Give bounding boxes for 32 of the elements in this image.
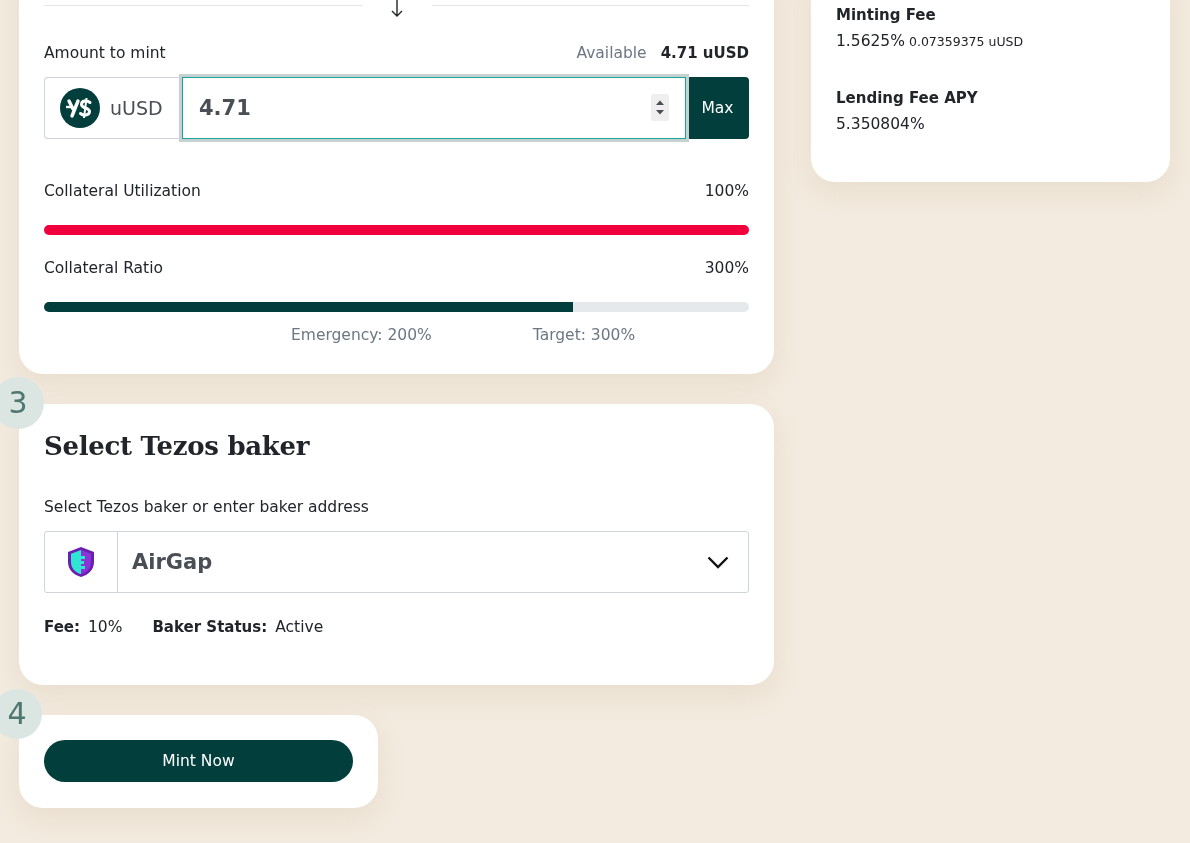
status-label: Baker Status: bbox=[152, 617, 268, 637]
meter-reading: 100% bbox=[704, 181, 749, 201]
step-number: 3 bbox=[0, 377, 44, 429]
status-value: Active bbox=[275, 617, 324, 637]
meter-reading: 300% bbox=[704, 258, 749, 278]
fee-title: Minting Fee bbox=[836, 5, 936, 25]
fee-amount: 1.5625% bbox=[836, 31, 905, 51]
fee-value: 10% bbox=[88, 617, 123, 637]
coin-icon bbox=[60, 88, 100, 128]
meter-label: Collateral Ratio bbox=[44, 258, 163, 278]
available-label: Available bbox=[576, 43, 647, 63]
meter-marker: Emergency: 200% bbox=[291, 325, 432, 345]
section-title: Select Tezos baker bbox=[44, 430, 310, 463]
amount-label: Amount to mint bbox=[44, 43, 166, 63]
step-number: 4 bbox=[0, 689, 42, 739]
available-value: 4.71 uUSD bbox=[660, 43, 749, 63]
token-name: uUSD bbox=[110, 97, 163, 119]
fee-amount: 5.350804% bbox=[836, 114, 925, 134]
meter-marker: Target: 300% bbox=[532, 325, 636, 345]
fee-detail: 0.07359375 uUSD bbox=[908, 33, 1024, 51]
meter-label: Collateral Utilization bbox=[44, 181, 201, 201]
fee-title: Lending Fee APY bbox=[836, 88, 978, 108]
max-button[interactable]: Max bbox=[686, 77, 749, 139]
shield-icon bbox=[68, 547, 94, 577]
spinner-icon[interactable] bbox=[651, 94, 669, 121]
baker-select[interactable]: AirGap bbox=[44, 531, 749, 593]
arrow-down-icon bbox=[390, 0, 403, 17]
mint-now-button[interactable]: Mint Now bbox=[44, 740, 353, 782]
chevron-down-icon bbox=[707, 555, 729, 569]
fee-label: Fee: bbox=[44, 617, 80, 637]
field-label: Select Tezos baker or enter baker address bbox=[44, 497, 369, 517]
amount-input[interactable]: 4.71 bbox=[182, 77, 686, 139]
